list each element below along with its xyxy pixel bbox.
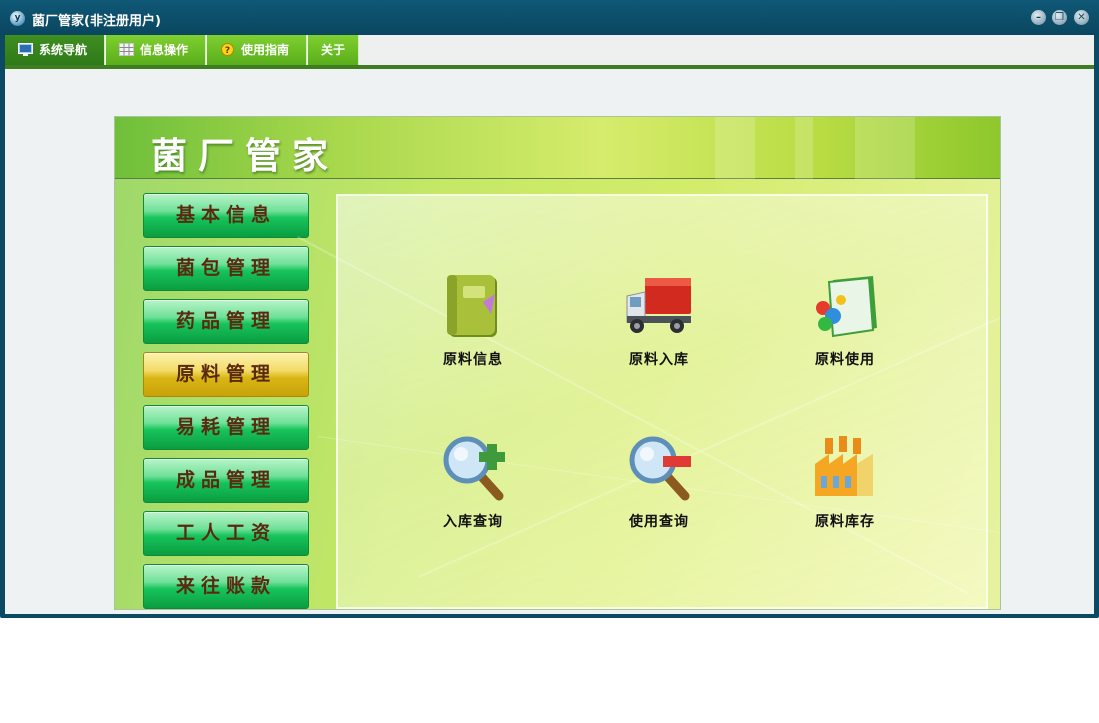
window-title: 菌厂管家(非注册用户) — [32, 14, 161, 29]
files-icon — [816, 276, 877, 338]
sidebar-item-accounts[interactable]: 来往账款 — [143, 564, 309, 609]
tile-label: 入库查询 — [443, 514, 503, 530]
content-area: 原料信息 原料入库 原料使用 入库查询 使用查询 原料库存 — [297, 194, 1000, 609]
svg-text:?: ? — [225, 46, 230, 56]
monitor-icon — [18, 43, 33, 56]
banner-title: 菌厂管家 — [151, 136, 340, 177]
tab-info-ops[interactable]: 信息操作 — [106, 35, 206, 65]
grid-icon — [119, 43, 134, 56]
app-logo-icon: y — [10, 11, 25, 26]
sidebar-item-wages[interactable]: 工人工资 — [143, 511, 309, 556]
tile-material-usage[interactable]: 原料使用 — [780, 272, 910, 382]
tile-label: 原料信息 — [443, 352, 503, 368]
tile-label: 原料库存 — [815, 514, 875, 530]
tile-material-stock[interactable]: 原料库存 — [780, 434, 910, 544]
sidebar-item-medicine[interactable]: 药品管理 — [143, 299, 309, 344]
magnifier-minus-icon — [629, 436, 691, 501]
tile-material-inbound[interactable]: 原料入库 — [594, 272, 724, 382]
tab-about[interactable]: 关于 — [308, 35, 359, 65]
sidebar-item-material[interactable]: 原料管理 — [143, 352, 309, 397]
factory-icon — [815, 436, 873, 496]
tab-label: 使用指南 — [241, 43, 290, 57]
help-icon: ? — [221, 43, 234, 56]
banner: 菌厂管家 — [115, 117, 1000, 179]
tile-inbound-query[interactable]: 入库查询 — [408, 434, 538, 544]
tab-system-nav[interactable]: 系统导航 — [5, 35, 105, 65]
close-icon[interactable]: ✕ — [1074, 10, 1089, 25]
sidebar-item-basic-info[interactable]: 基本信息 — [143, 193, 309, 238]
tile-material-info[interactable]: 原料信息 — [408, 272, 538, 382]
magnifier-plus-icon — [443, 436, 505, 501]
tile-label: 原料入库 — [629, 352, 689, 368]
truck-icon — [626, 278, 691, 333]
banner-stripe — [795, 117, 813, 179]
main-panel: 菌厂管家 基本信息 菌包管理 药品管理 原料管理 易耗管理 成品管理 工人工资 … — [114, 116, 1001, 610]
minimize-icon[interactable]: – — [1031, 10, 1046, 25]
sidebar-item-spawn-bag[interactable]: 菌包管理 — [143, 246, 309, 291]
restore-icon[interactable]: ❐ — [1052, 10, 1067, 25]
title-bar[interactable]: y 菌厂管家(非注册用户) – ❐ ✕ — [0, 0, 1099, 35]
tab-label: 关于 — [320, 43, 345, 57]
banner-stripe — [715, 117, 755, 179]
tile-label: 原料使用 — [815, 352, 875, 368]
tile-label: 使用查询 — [629, 514, 689, 530]
tile-usage-query[interactable]: 使用查询 — [594, 434, 724, 544]
tab-label: 信息操作 — [140, 43, 189, 57]
sidebar-item-products[interactable]: 成品管理 — [143, 458, 309, 503]
tab-label: 系统导航 — [39, 43, 88, 57]
sidebar-item-consumables[interactable]: 易耗管理 — [143, 405, 309, 450]
app-window: y 菌厂管家(非注册用户) – ❐ ✕ 系统导航 信息操作 ? 使用指南 关于 — [0, 0, 1099, 618]
banner-stripe — [855, 117, 915, 179]
tab-user-guide[interactable]: ? 使用指南 — [207, 35, 307, 65]
book-icon — [447, 275, 497, 337]
